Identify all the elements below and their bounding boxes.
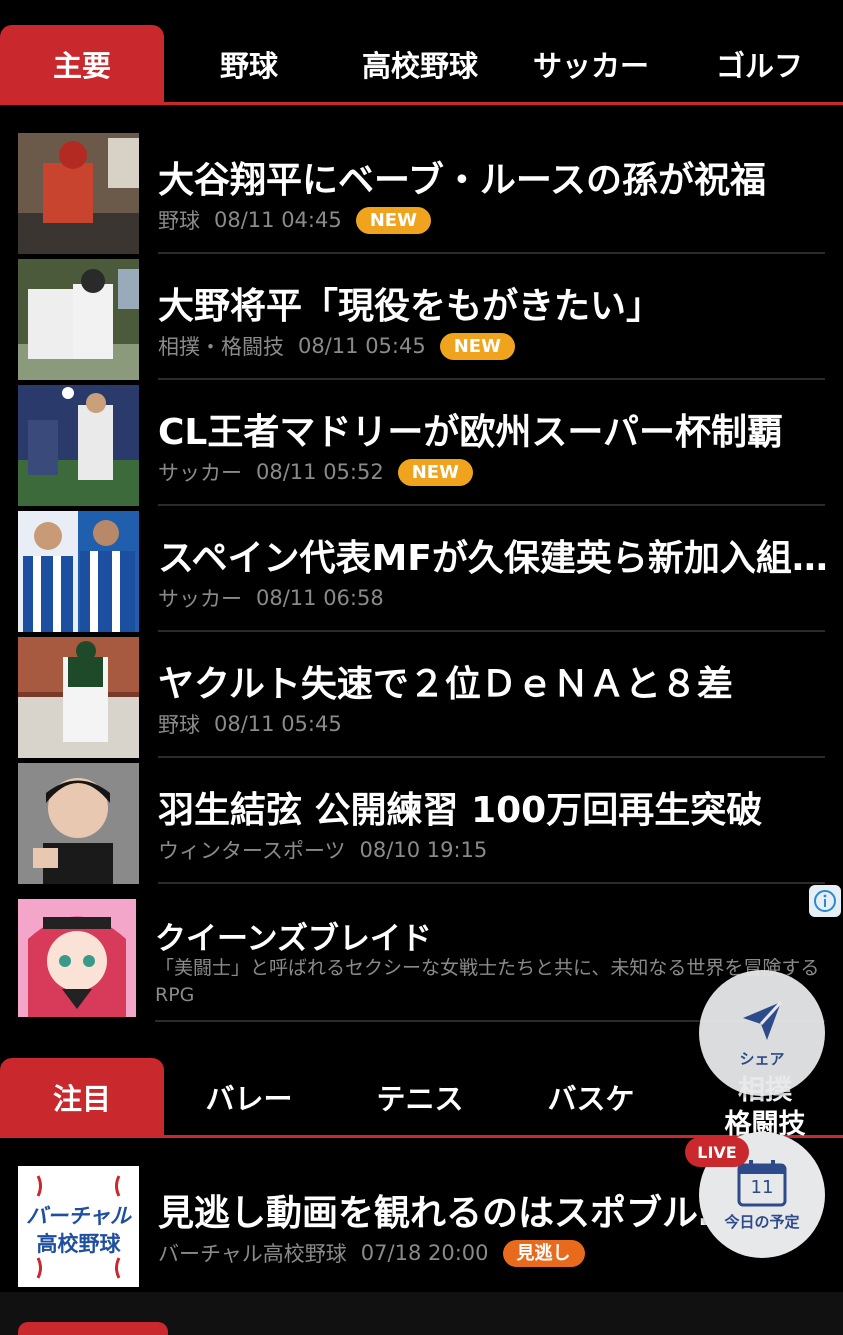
featured-meta: バーチャル高校野球 07/18 20:00 見逃し [158,1238,585,1268]
news-item[interactable]: 大谷翔平にベーブ・ルースの孫が祝福 野球 08/11 04:45 NEW [0,127,843,254]
new-badge: NEW [439,332,515,360]
news-category: サッカー [158,587,242,611]
news-thumbnail [18,637,139,758]
news-time: 08/10 19:15 [359,838,488,862]
news-category: 野球 [158,209,200,233]
news-item[interactable]: ヤクルト失速で２位ＤｅＮＡと８差 野球 08/11 05:45 [0,631,843,758]
news-headline: スペイン代表MFが久保建英ら新加入組… [158,538,828,579]
news-time: 08/11 05:45 [298,334,426,358]
news-thumbnail [18,763,139,884]
calendar-day: 11 [750,1176,774,1198]
news-meta: ウィンタースポーツ 08/10 19:15 [158,835,487,865]
info-icon[interactable] [809,885,841,917]
featured-thumb-line1: バーチャル [26,1204,131,1228]
featured-time: 07/18 20:00 [360,1241,489,1265]
tab-tennis[interactable]: テニス [334,1058,506,1136]
news-item[interactable]: 大野将平「現役をもがきたい」 相撲・格闘技 08/11 05:45 NEW [0,253,843,380]
new-badge: NEW [355,206,431,234]
new-badge: NEW [397,458,473,486]
share-button[interactable]: シェア [699,970,825,1096]
news-time: 08/11 04:45 [214,208,342,232]
news-time: 08/11 05:45 [214,712,342,736]
news-category: 野球 [158,713,200,737]
tab-golf[interactable]: ゴルフ [676,25,843,103]
news-headline: 大野将平「現役をもがきたい」 [158,286,663,327]
news-thumbnail [18,259,139,380]
news-item[interactable]: スペイン代表MFが久保建英ら新加入組… サッカー 08/11 06:58 [0,505,843,632]
tab-baseball[interactable]: 野球 [164,25,334,103]
tab-main[interactable]: 主要 [0,25,164,103]
ad-thumbnail [18,899,136,1017]
ad-title: クイーンズブレイド [155,921,432,957]
news-meta: サッカー 08/11 05:52 NEW [158,457,473,487]
news-meta: 野球 08/11 05:45 [158,709,342,739]
bottom-tab-stub [18,1322,168,1335]
category-tabbar: 主要 野球 高校野球 サッカー ゴルフ [0,25,843,105]
tab-highschool-baseball[interactable]: 高校野球 [334,25,506,103]
news-item[interactable]: 羽生結弦 公開練習 100万回再生突破 ウィンタースポーツ 08/10 19:1… [0,757,843,884]
schedule-label: 今日の予定 [724,1212,800,1231]
news-headline: 大谷翔平にベーブ・ルースの孫が祝福 [158,160,767,201]
news-meta: サッカー 08/11 06:58 [158,583,384,613]
news-thumbnail [18,133,139,254]
news-item[interactable]: CL王者マドリーが欧州スーパー杯制覇 サッカー 08/11 05:52 NEW [0,379,843,506]
news-meta: 相撲・格闘技 08/11 05:45 NEW [158,331,515,361]
tab-featured[interactable]: 注目 [0,1058,164,1136]
news-thumbnail [18,385,139,506]
tab-soccer[interactable]: サッカー [506,25,676,103]
news-headline: 羽生結弦 公開練習 100万回再生突破 [158,790,763,831]
news-meta: 野球 08/11 04:45 NEW [158,205,431,235]
news-category: ウィンタースポーツ [158,839,346,863]
featured-headline: 見逃し動画を観れるのはスポブルだけ [158,1193,758,1234]
news-time: 08/11 06:58 [256,586,384,610]
tab-volleyball[interactable]: バレー [164,1058,334,1136]
news-headline: CL王者マドリーが欧州スーパー杯制覇 [158,412,783,453]
news-category: サッカー [158,461,242,485]
featured-thumb-line2: 高校野球 [36,1232,121,1256]
news-headline: ヤクルト失速で２位ＤｅＮＡと８差 [158,664,733,705]
calendar-icon: 11 [736,1159,788,1207]
missed-badge: 見逃し [502,1239,585,1267]
news-time: 08/11 05:52 [256,460,384,484]
row-divider [158,882,825,884]
featured-thumbnail: バーチャル 高校野球 [18,1166,139,1287]
featured-category: バーチャル高校野球 [158,1242,347,1266]
live-badge: LIVE [685,1137,749,1167]
tab-basketball[interactable]: バスケ [506,1058,676,1136]
news-category: 相撲・格闘技 [158,335,284,359]
share-label: シェア [739,1049,785,1068]
send-arrow-icon [743,1000,783,1040]
news-thumbnail [18,511,139,632]
